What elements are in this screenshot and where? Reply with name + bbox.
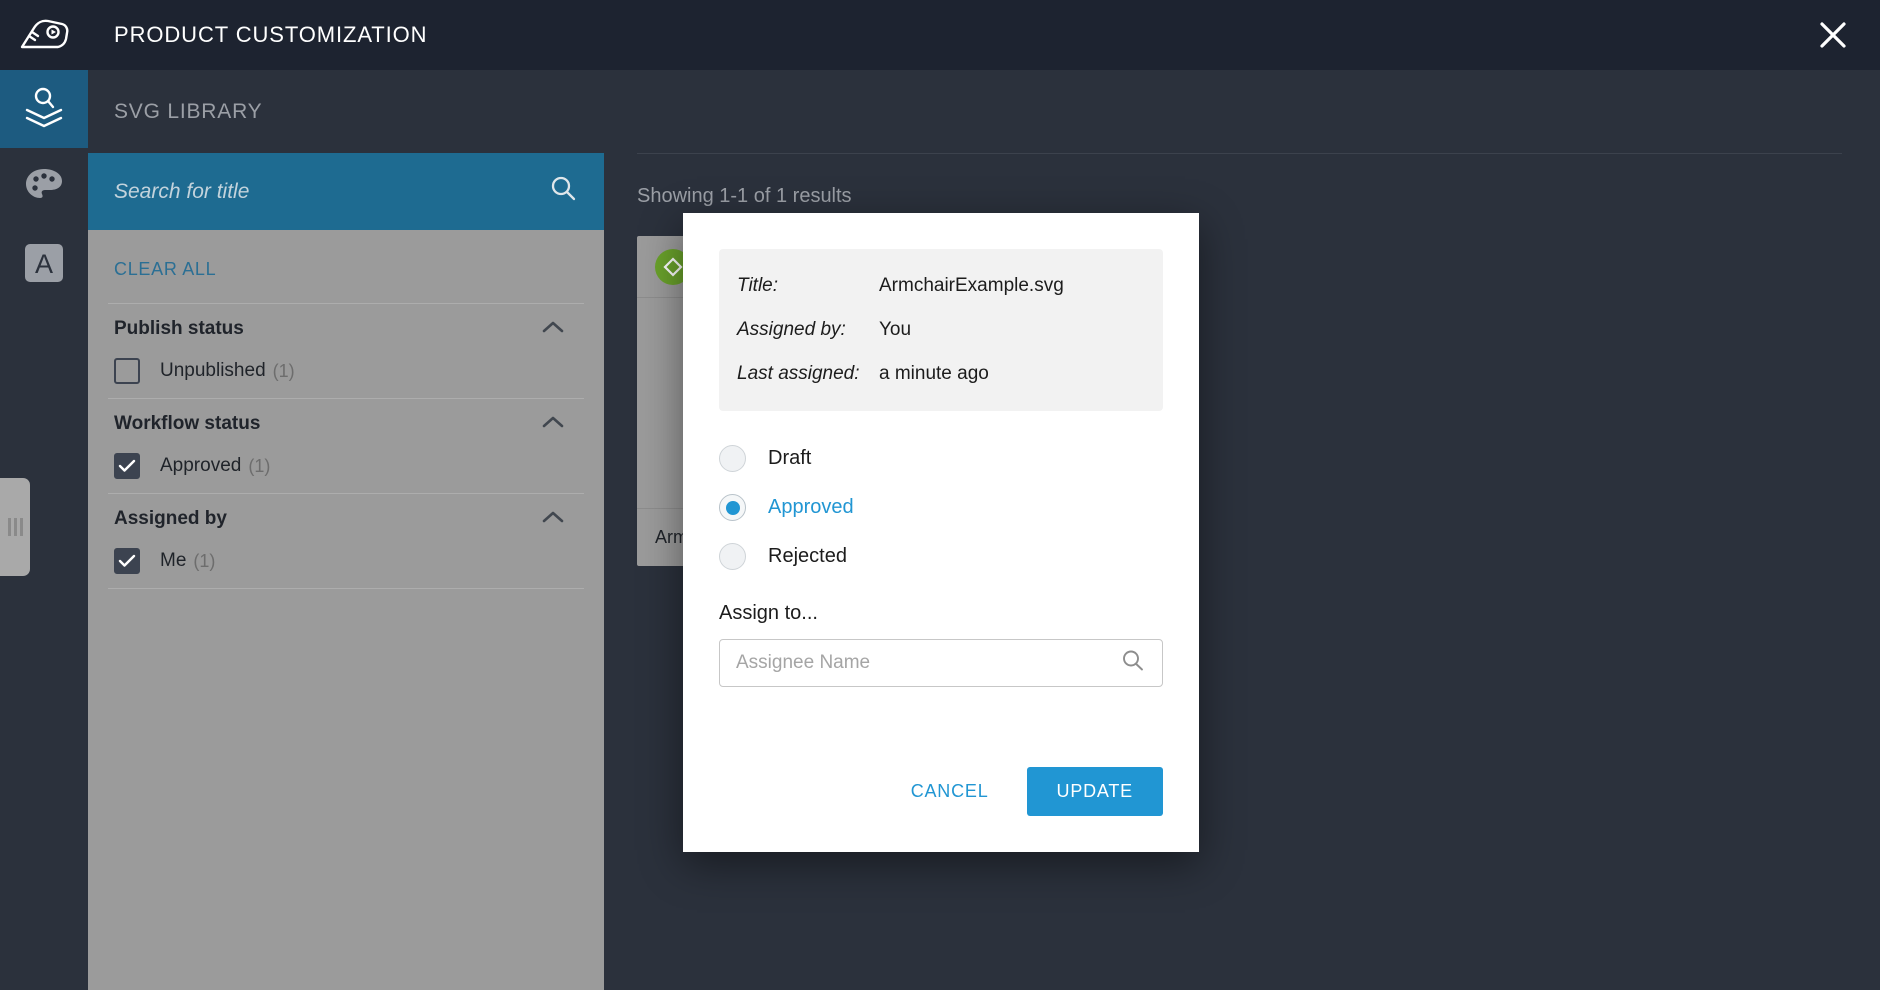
page-title: PRODUCT CUSTOMIZATION bbox=[114, 22, 428, 47]
checkbox-unchecked-icon[interactable] bbox=[114, 358, 140, 384]
chevron-up-icon[interactable] bbox=[542, 320, 564, 339]
assigned-by-value: You bbox=[879, 319, 912, 340]
last-assigned-value: a minute ago bbox=[879, 363, 989, 384]
radio-label: Approved bbox=[768, 496, 854, 518]
assignee-input[interactable] bbox=[736, 652, 1120, 674]
sidebar-item-svg-library[interactable] bbox=[0, 70, 88, 148]
filter-option-label: Approved bbox=[160, 455, 242, 476]
checkbox-checked-icon[interactable] bbox=[114, 548, 140, 574]
search-icon[interactable] bbox=[548, 174, 578, 209]
filter-group-header[interactable]: Workflow status bbox=[114, 413, 578, 435]
assign-to-label: Assign to... bbox=[719, 602, 818, 624]
svg-library-icon bbox=[21, 84, 67, 135]
workflow-status-radio-group: Draft Approved Rejected bbox=[719, 445, 1163, 570]
radio-option-rejected[interactable]: Rejected bbox=[719, 543, 1163, 570]
filter-group-header[interactable]: Assigned by bbox=[114, 508, 578, 530]
panel-resize-handle[interactable] bbox=[0, 478, 30, 576]
filter-list-end-divider bbox=[108, 588, 584, 589]
close-icon[interactable] bbox=[1812, 14, 1854, 56]
filter-option-approved[interactable]: Approved (1) bbox=[114, 453, 578, 479]
modal-action-bar: CANCEL UPDATE bbox=[895, 767, 1163, 816]
svg-text:A: A bbox=[35, 249, 53, 279]
last-assigned-label: Last assigned: bbox=[737, 363, 860, 384]
title-value: ArmchairExample.svg bbox=[879, 275, 1064, 296]
filter-group-title: Workflow status bbox=[114, 413, 261, 434]
filter-option-me[interactable]: Me (1) bbox=[114, 548, 578, 574]
sidebar-item-typography[interactable]: A bbox=[0, 226, 88, 304]
filter-option-count: (1) bbox=[248, 455, 271, 476]
library-header: SVG LIBRARY bbox=[88, 70, 1880, 153]
info-row-last-assigned: Last assigned: a minute ago bbox=[737, 363, 1135, 385]
radio-option-approved[interactable]: Approved bbox=[719, 494, 1163, 521]
filter-option-label: Unpublished bbox=[160, 360, 266, 381]
sidebar-item-color-palette[interactable] bbox=[0, 148, 88, 226]
radio-unselected-icon[interactable] bbox=[719, 445, 746, 472]
library-title: SVG LIBRARY bbox=[114, 99, 263, 123]
radio-option-draft[interactable]: Draft bbox=[719, 445, 1163, 472]
assign-status-modal: Title: ArmchairExample.svg Assigned by: … bbox=[683, 213, 1199, 852]
assignee-field[interactable] bbox=[719, 639, 1163, 687]
content-divider bbox=[637, 153, 1842, 154]
top-bar: PRODUCT CUSTOMIZATION bbox=[0, 0, 1880, 70]
info-row-title: Title: ArmchairExample.svg bbox=[737, 275, 1135, 297]
radio-selected-icon[interactable] bbox=[719, 494, 746, 521]
filter-group-title: Assigned by bbox=[114, 508, 227, 529]
filter-group-title: Publish status bbox=[114, 318, 244, 339]
info-row-assigned-by: Assigned by: You bbox=[737, 319, 1135, 341]
palette-icon bbox=[22, 163, 66, 212]
clear-all-button[interactable]: CLEAR ALL bbox=[88, 230, 216, 303]
filter-group-assigned-by: Assigned by Me (1) bbox=[108, 493, 584, 588]
radio-label: Rejected bbox=[768, 545, 847, 567]
radio-unselected-icon[interactable] bbox=[719, 543, 746, 570]
filter-panel: CLEAR ALL Publish status Unpublished (1)… bbox=[88, 153, 604, 990]
filter-group-workflow-status: Workflow status Approved (1) bbox=[108, 398, 584, 493]
filter-group-header[interactable]: Publish status bbox=[114, 318, 578, 340]
chevron-up-icon[interactable] bbox=[542, 510, 564, 529]
search-bar[interactable] bbox=[88, 153, 604, 230]
search-icon[interactable] bbox=[1120, 648, 1146, 679]
update-button[interactable]: UPDATE bbox=[1026, 767, 1163, 816]
filter-option-unpublished[interactable]: Unpublished (1) bbox=[114, 358, 578, 384]
radio-label: Draft bbox=[768, 447, 812, 469]
asset-info-box: Title: ArmchairExample.svg Assigned by: … bbox=[719, 249, 1163, 411]
filter-option-count: (1) bbox=[193, 550, 216, 571]
checkbox-checked-icon[interactable] bbox=[114, 453, 140, 479]
sneaker-icon bbox=[0, 0, 88, 70]
filter-group-publish-status: Publish status Unpublished (1) bbox=[108, 303, 584, 398]
filter-option-count: (1) bbox=[272, 360, 295, 381]
product-customization-window: PRODUCT CUSTOMIZATION A SVG LIBRARY Sear… bbox=[0, 0, 1880, 990]
letter-a-icon: A bbox=[23, 242, 65, 289]
cancel-button[interactable]: CANCEL bbox=[895, 769, 1005, 814]
results-count-text: Showing 1-1 of 1 results bbox=[637, 185, 852, 207]
drag-handle-icon bbox=[7, 518, 23, 536]
search-input[interactable] bbox=[114, 179, 548, 204]
title-label: Title: bbox=[737, 275, 779, 296]
filter-option-label: Me bbox=[160, 550, 187, 571]
assigned-by-label: Assigned by: bbox=[737, 319, 846, 340]
chevron-up-icon[interactable] bbox=[542, 415, 564, 434]
